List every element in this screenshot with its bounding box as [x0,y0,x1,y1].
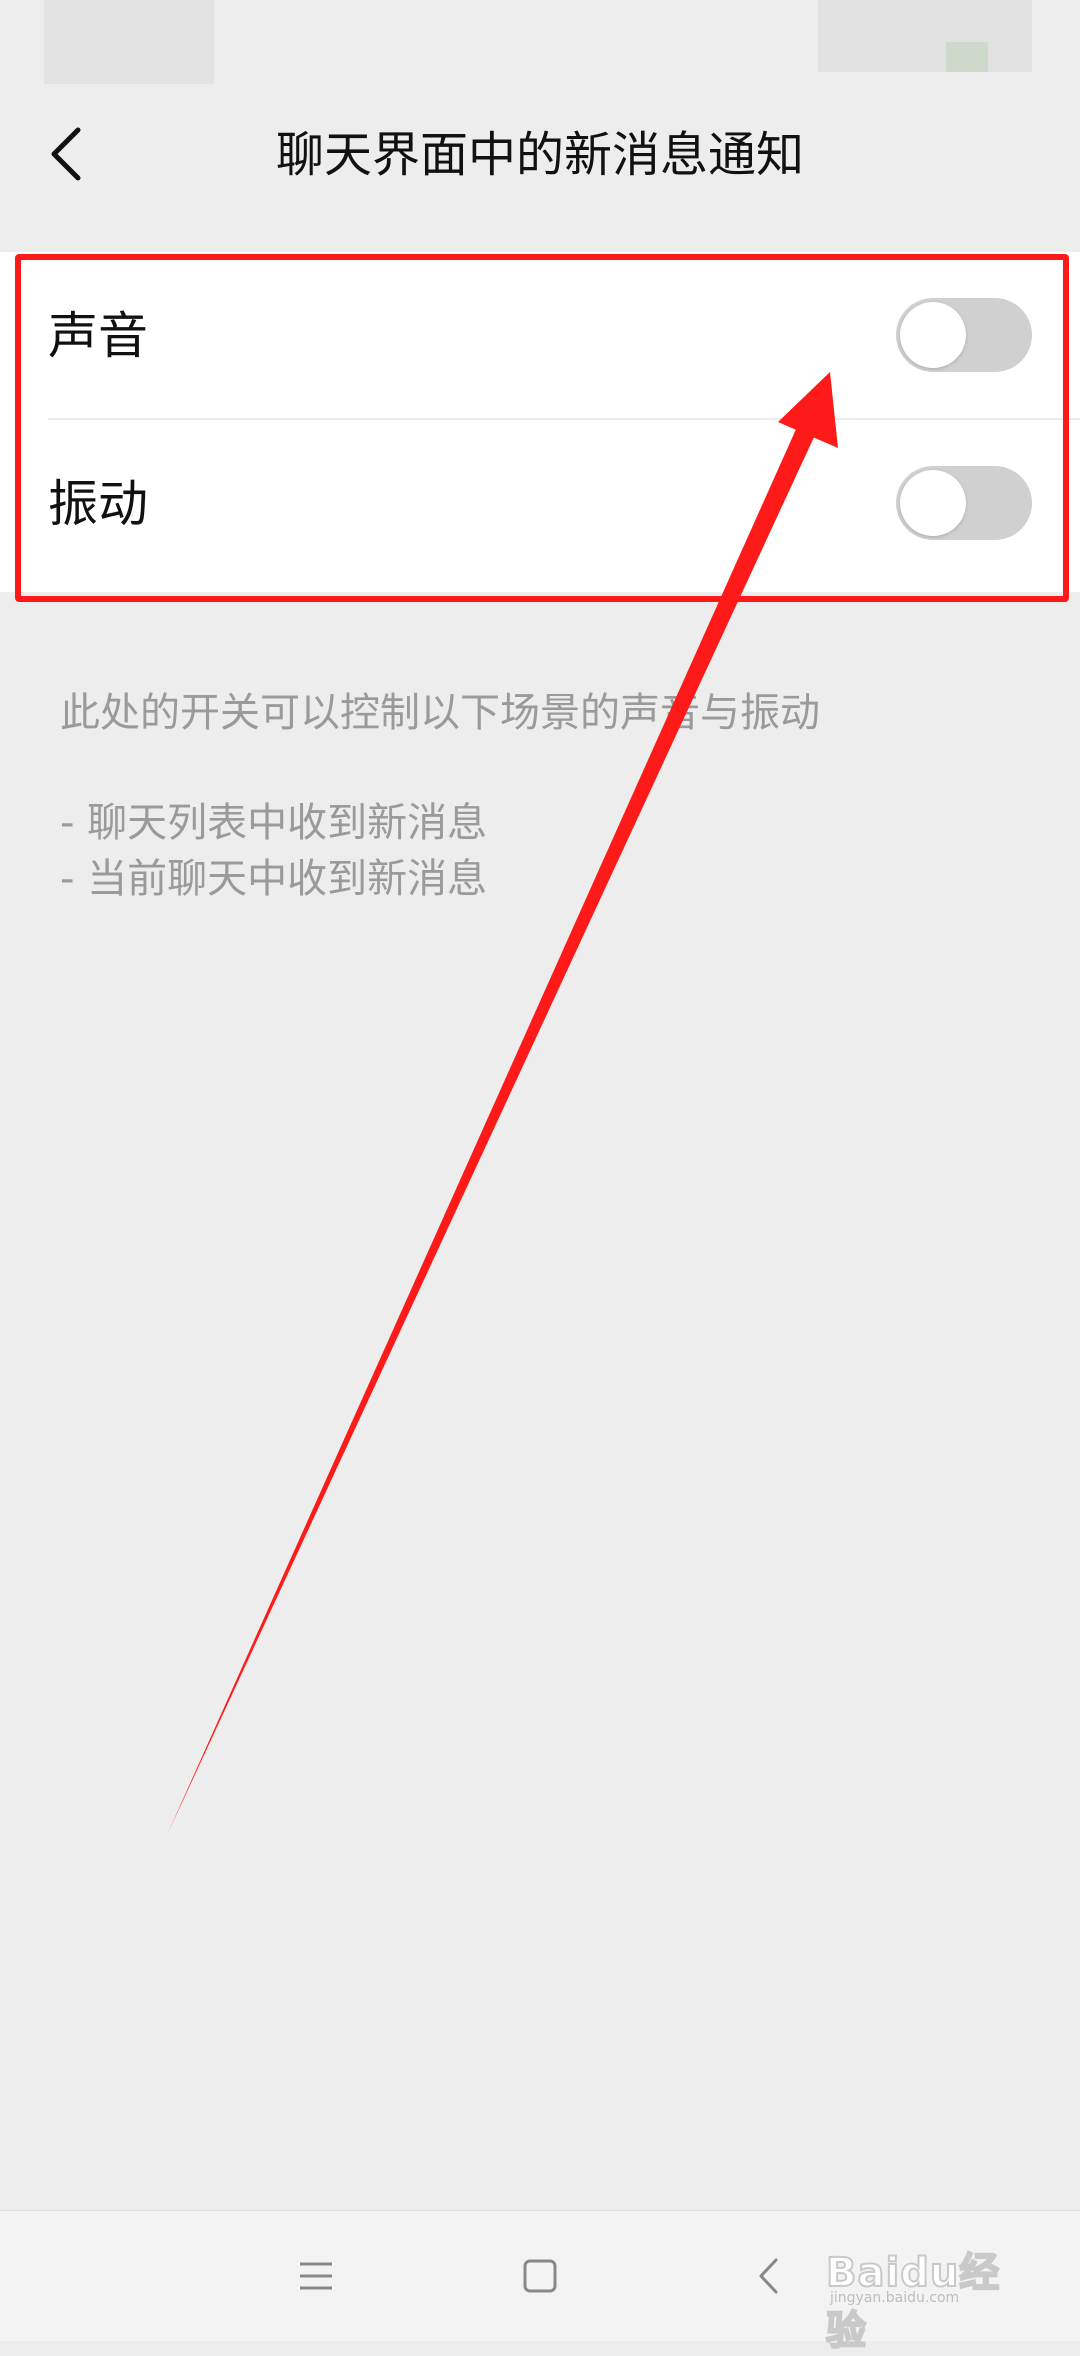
setting-label-sound: 声音 [48,307,148,365]
setting-row-sound: 声音 [0,252,1080,420]
square-icon [523,2259,557,2293]
settings-card: 声音 振动 [0,252,1080,592]
blurred-status-right [818,0,1032,72]
description-bullet-current-chat: - 当前聊天中收到新消息 [60,856,488,902]
blurred-status-left [44,0,214,84]
status-bar [0,0,1080,90]
chevron-left-icon [51,127,81,181]
nav-back-button[interactable] [728,2236,808,2316]
description-bullet-chat-list: - 聊天列表中收到新消息 [60,800,488,846]
chevron-left-icon [759,2258,778,2294]
nav-home-button[interactable] [500,2236,580,2316]
watermark-subtext: jingyan.baidu.com [830,2290,960,2306]
page-title: 聊天界面中的新消息通知 [275,127,804,183]
setting-label-vibration: 振动 [48,475,148,533]
description-text: 此处的开关可以控制以下场景的声音与振动 [60,690,820,736]
setting-row-vibration: 振动 [0,420,1080,588]
baidu-watermark: Baidu经验 jingyan.baidu.com [825,2238,1026,2355]
menu-icon [300,2262,332,2290]
blurred-status-right-accent [946,42,988,72]
nav-menu-button[interactable] [276,2236,356,2316]
vibration-toggle[interactable] [896,466,1032,540]
toggle-knob [900,470,966,536]
toggle-knob [900,302,966,368]
header: 聊天界面中的新消息通知 [0,90,1080,220]
sound-toggle[interactable] [896,298,1032,372]
back-button[interactable] [28,116,104,192]
